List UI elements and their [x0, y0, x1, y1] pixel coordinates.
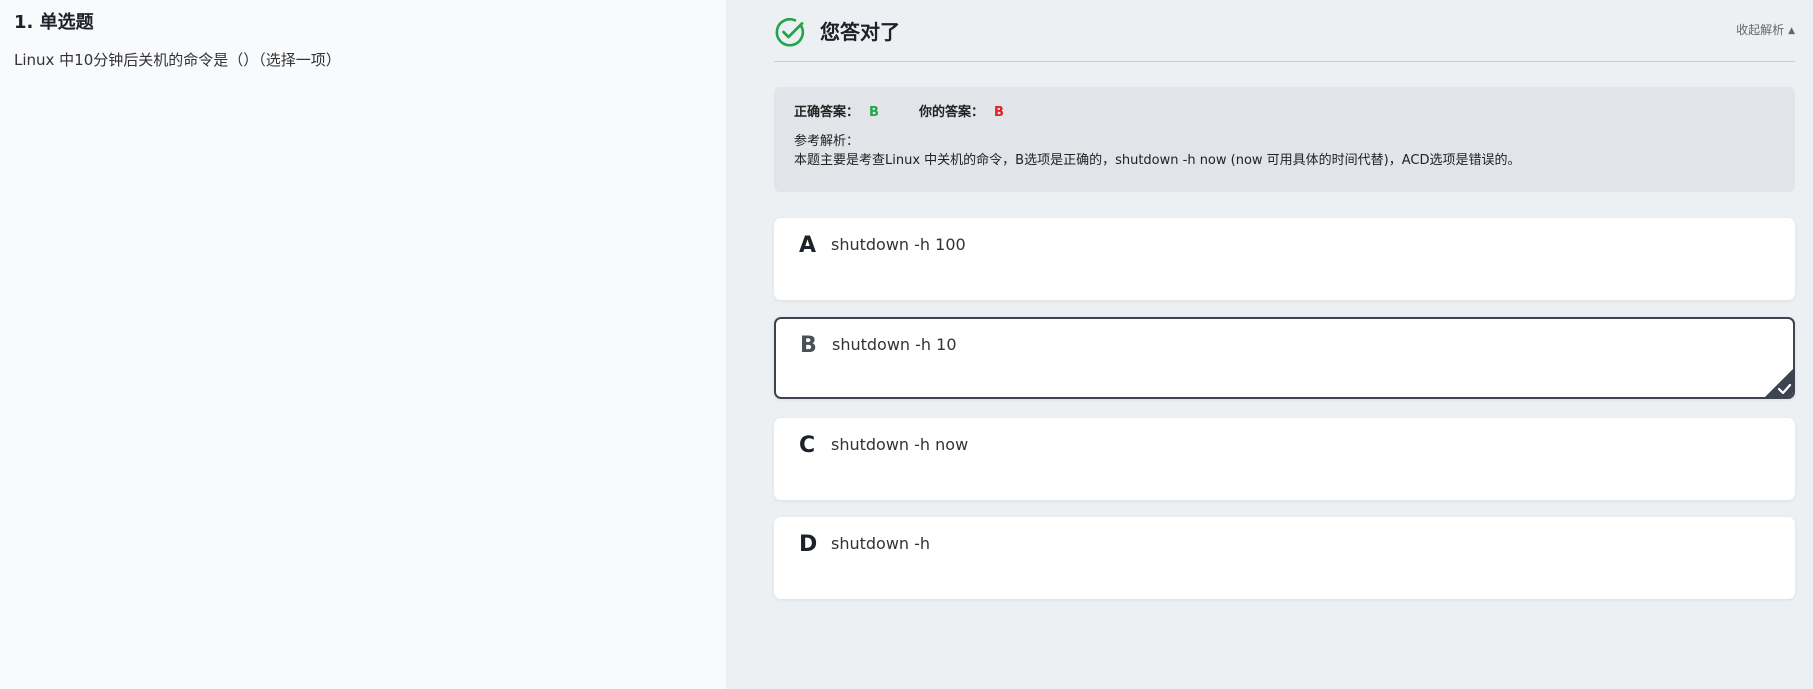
result-header: 您答对了 收起解析 ▲: [774, 12, 1795, 62]
reference-analysis-text: 本题主要是考查Linux 中关机的命令，B选项是正确的，shutdown -h …: [794, 153, 1521, 168]
option-letter: A: [799, 233, 817, 258]
selected-check-icon: [1765, 369, 1793, 397]
option-b[interactable]: B shutdown -h 10: [774, 317, 1795, 399]
question-pane: 1. 单选题 Linux 中10分钟后关机的命令是（）（选择一项）: [0, 0, 726, 689]
correct-answer-value: B: [869, 105, 879, 120]
correct-answer-label: 正确答案：: [794, 105, 860, 120]
your-answer-label: 你的答案：: [918, 105, 984, 120]
option-text: shutdown -h: [831, 534, 931, 553]
reference-analysis-label: 参考解析：: [794, 134, 860, 149]
check-circle-icon: [775, 17, 805, 47]
caret-up-icon: ▲: [1788, 26, 1795, 36]
collapse-analysis-button[interactable]: 收起解析 ▲: [1736, 22, 1795, 39]
option-c[interactable]: C shutdown -h now: [774, 418, 1795, 500]
option-a[interactable]: A shutdown -h 100: [774, 218, 1795, 300]
answer-pane: 您答对了 收起解析 ▲ 正确答案： B 你的答案： B 参考解析： 本题主要是考查Lin…: [726, 0, 1813, 689]
option-letter: C: [799, 433, 816, 458]
option-letter: D: [799, 532, 818, 557]
option-letter: B: [800, 333, 817, 358]
question-stem: Linux 中10分钟后关机的命令是（）（选择一项）: [14, 51, 341, 69]
analysis-panel: 正确答案： B 你的答案： B 参考解析： 本题主要是考查Linux 中关机的命令，B…: [774, 87, 1795, 192]
result-title: 您答对了: [820, 20, 900, 44]
option-d[interactable]: D shutdown -h: [774, 517, 1795, 599]
answer-row: 正确答案： B 你的答案： B: [794, 103, 1775, 123]
your-answer-value: B: [993, 105, 1004, 120]
collapse-label: 收起解析: [1736, 23, 1785, 37]
option-text: shutdown -h now: [831, 435, 969, 454]
option-text: shutdown -h 100: [831, 235, 966, 254]
question-title: 1. 单选题: [14, 12, 94, 33]
option-text: shutdown -h 10: [832, 335, 957, 354]
